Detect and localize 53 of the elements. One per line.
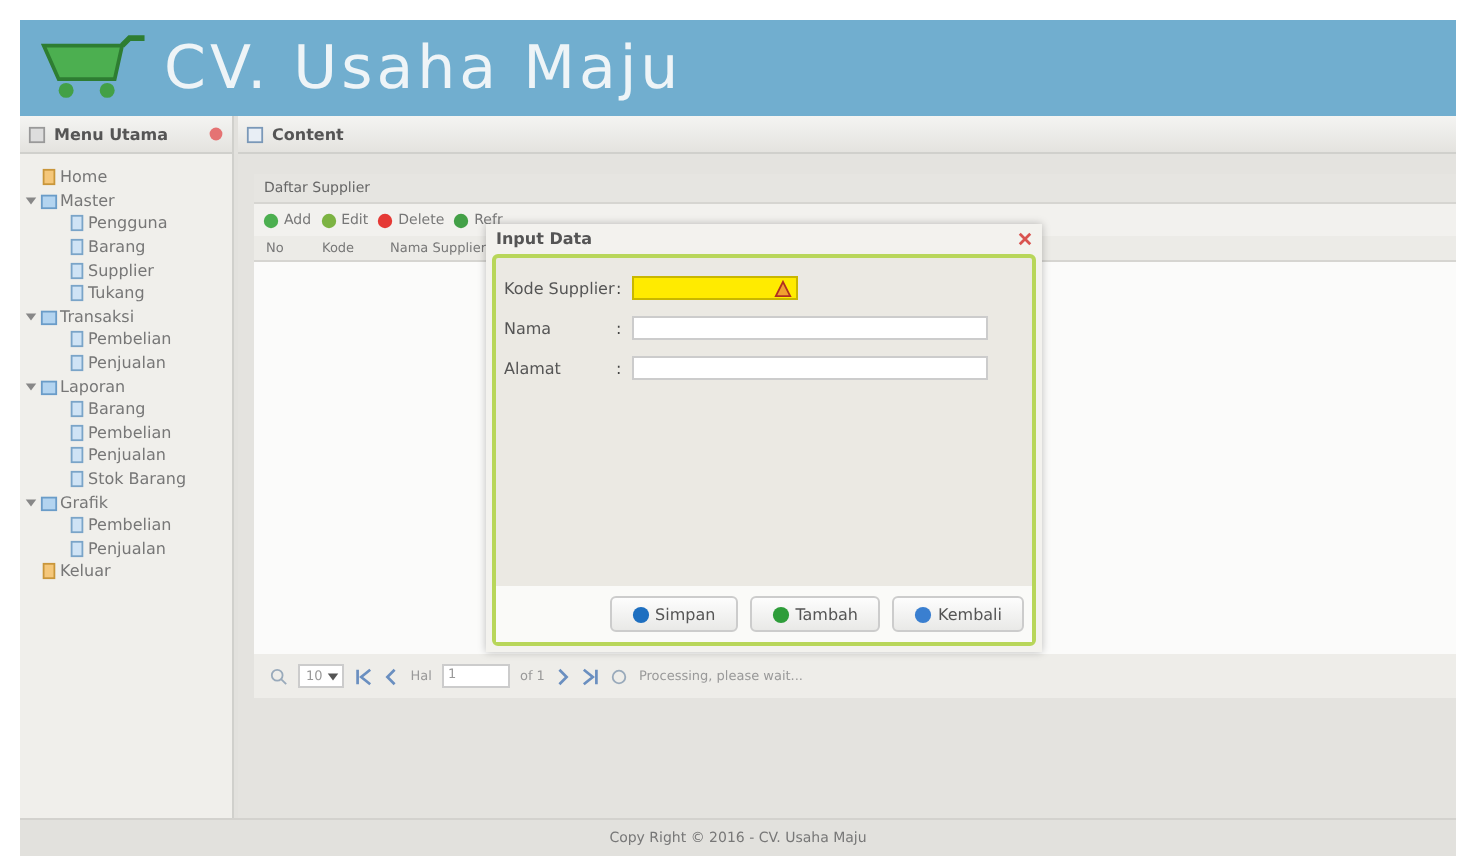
next-page-icon[interactable] (554, 667, 573, 685)
last-page-icon[interactable] (582, 667, 601, 685)
tree-item[interactable]: Penjualan (88, 446, 166, 465)
tree-item[interactable]: Barang (88, 238, 146, 257)
app-title: CV. Usaha Maju (164, 33, 683, 103)
panel-title: Menu Utama (54, 125, 169, 143)
tree-item[interactable]: Master (60, 191, 115, 210)
separator-text: : (616, 359, 624, 377)
warning-icon (774, 279, 792, 297)
close-icon[interactable] (1018, 232, 1032, 246)
field-label: Kode Supplier (504, 279, 616, 297)
tree-item[interactable]: Pengguna (88, 214, 168, 233)
dialog-button[interactable]: Simpan (609, 596, 738, 632)
tree-item[interactable]: Pembelian (88, 423, 172, 442)
tree-item[interactable]: Stok Barang (88, 470, 187, 489)
tree-item[interactable]: Laporan (60, 377, 126, 396)
field-label: Nama (504, 319, 554, 337)
dialog-title: Input Data (496, 230, 592, 248)
input-field[interactable] (632, 276, 798, 300)
tree-item[interactable]: Barang (88, 400, 146, 419)
tree-item[interactable]: Tukang (88, 284, 145, 303)
expanded-arrow-icon[interactable] (24, 495, 38, 510)
tree-item[interactable]: Home (60, 168, 108, 187)
tree-item[interactable]: Transaksi (60, 307, 135, 326)
first-page-icon[interactable] (354, 667, 373, 685)
search-icon[interactable] (270, 667, 288, 685)
folder-icon (40, 377, 58, 396)
separator-text: : (616, 319, 624, 337)
expanded-arrow-icon[interactable] (24, 309, 38, 324)
previous-page-icon[interactable] (382, 667, 401, 685)
input-field[interactable] (632, 316, 988, 340)
tree-item[interactable]: Supplier (88, 261, 154, 280)
menu-icon (28, 125, 46, 143)
tree-item[interactable]: Keluar (60, 562, 111, 581)
page-icon (40, 168, 58, 187)
tree-item[interactable]: Pembelian (88, 330, 172, 349)
tree-item[interactable]: Grafik (60, 493, 109, 512)
input-field[interactable] (632, 356, 988, 380)
folder-icon (40, 191, 58, 210)
folder-icon (40, 493, 58, 512)
dropdown-icon (326, 669, 341, 683)
panel-title: Content (272, 125, 344, 143)
tree-item[interactable]: Penjualan (88, 539, 166, 558)
tree-item[interactable]: Pembelian (88, 516, 172, 535)
expanded-arrow-icon[interactable] (24, 193, 38, 208)
expanded-arrow-icon[interactable] (24, 379, 38, 394)
tree-item[interactable]: Penjualan (88, 354, 166, 373)
field-label: Alamat (504, 359, 563, 377)
window-icon (246, 125, 264, 143)
dialog-button[interactable]: Tambah (749, 596, 880, 632)
separator-text: : (616, 279, 624, 297)
folder-icon (40, 307, 58, 326)
dialog-button[interactable]: Kembali (892, 596, 1024, 632)
